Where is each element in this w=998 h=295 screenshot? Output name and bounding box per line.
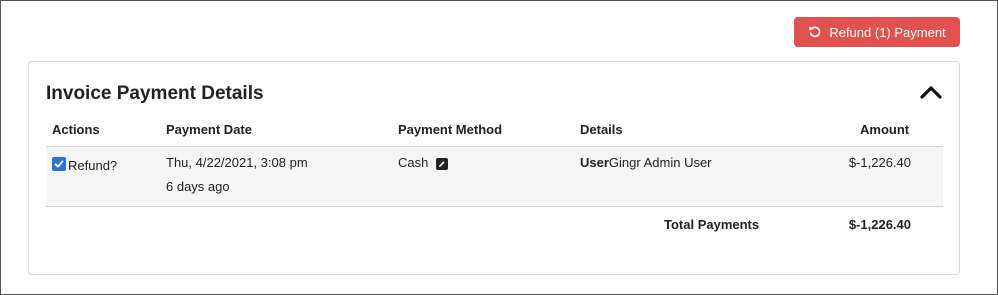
payment-method-value: Cash	[398, 155, 429, 170]
chevron-up-icon	[920, 86, 942, 99]
detail-key: User	[580, 155, 609, 170]
column-header-payment-method: Payment Method	[398, 122, 503, 137]
payment-details: UserGingr Admin User	[580, 155, 712, 170]
refund-checkbox[interactable]	[52, 157, 66, 171]
payment-method: Cash	[398, 155, 448, 170]
column-header-payment-date: Payment Date	[166, 122, 252, 137]
card-title: Invoice Payment Details	[46, 83, 264, 104]
column-header-amount: Amount	[860, 122, 910, 137]
column-header-details: Details	[580, 122, 623, 137]
column-header-actions: Actions	[52, 122, 100, 137]
total-payments-label: Total Payments	[664, 217, 760, 232]
checkmark-icon	[54, 160, 64, 168]
undo-icon	[809, 26, 821, 38]
refund-payment-button[interactable]: Refund (1) Payment	[794, 17, 960, 47]
detail-value: Gingr Admin User	[608, 155, 712, 170]
payment-amount: $-1,226.40	[848, 155, 911, 170]
refund-checkbox-label: Refund?	[68, 158, 118, 173]
payment-relative-date: 6 days ago	[166, 179, 230, 194]
edit-icon[interactable]	[435, 158, 448, 170]
invoice-payment-details-card: Invoice Payment Details Actions Payment …	[28, 61, 960, 275]
payment-date: Thu, 4/22/2021, 3:08 pm	[166, 155, 308, 170]
refund-payment-label: Refund (1) Payment	[829, 24, 946, 40]
collapse-button[interactable]	[918, 82, 944, 102]
total-payments-amount: $-1,226.40	[848, 217, 911, 232]
window-frame: Refund (1) Payment Invoice Payment Detai…	[0, 0, 998, 295]
